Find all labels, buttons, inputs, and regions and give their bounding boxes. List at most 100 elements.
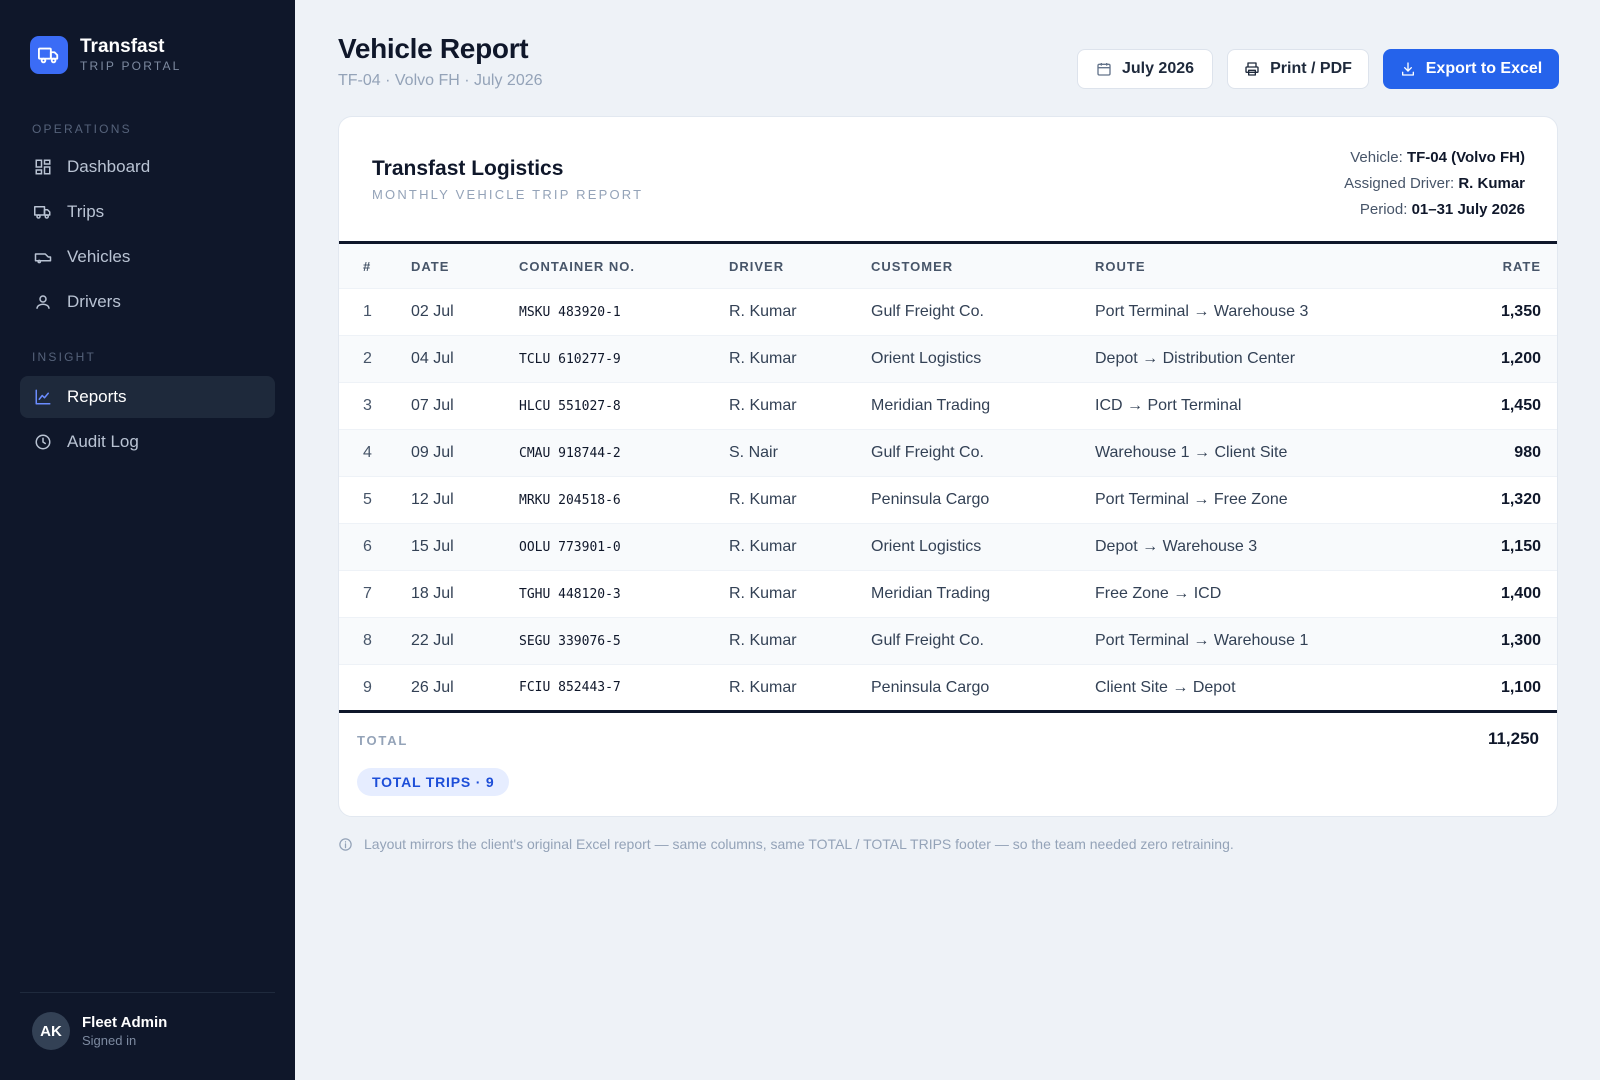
route: Port Terminal → Free Zone [1095, 491, 1288, 508]
export-excel-button[interactable]: Export to Excel [1383, 49, 1559, 89]
driver-name: R. Kumar [729, 303, 797, 320]
rate: 980 [1514, 444, 1541, 461]
customer-name: Meridian Trading [871, 585, 991, 602]
company-name: Transfast Logistics [372, 157, 564, 180]
chart-icon [35, 389, 51, 405]
sidebar-item-dashboard[interactable]: Dashboard [20, 146, 275, 188]
user-profile[interactable]: AK Fleet Admin Signed in [32, 1012, 167, 1050]
table-row[interactable]: 8 22 Jul SEGU 339076-5 R. Kumar Gulf Freight… [339, 617, 1557, 665]
rate: 1,100 [1500, 678, 1541, 696]
driver-label: Assigned Driver: [1344, 175, 1455, 192]
period-meta-label: Period: [1359, 201, 1408, 218]
column-header[interactable]: RATE [1395, 243, 1557, 289]
footer-note-text: Layout mirrors the client's original Exc… [364, 836, 1234, 852]
customer-name: Peninsula Cargo [871, 491, 990, 508]
driver-value: R. Kumar [1458, 175, 1525, 192]
page-title: Vehicle Report [338, 33, 529, 64]
truck-icon [34, 206, 51, 219]
rate: 1,400 [1500, 585, 1541, 602]
period-label: July 2026 [1121, 60, 1195, 77]
sidebar-item-reports[interactable]: Reports [20, 376, 275, 418]
calendar-icon [1097, 63, 1111, 76]
container-number: HLCU 551027-8 [519, 398, 621, 414]
driver-name: R. Kumar [729, 632, 797, 649]
container-number: SEGU 339076-5 [519, 633, 621, 649]
row-index: 2 [363, 350, 372, 367]
table-row[interactable]: 9 26 Jul FCIU 852443-7 R. Kumar Peninsula Ca… [339, 664, 1557, 712]
sidebar-item-trips[interactable]: Trips [20, 191, 275, 233]
brand[interactable]: Transfast TRIP PORTAL [30, 36, 182, 74]
sidebar-item-label: Audit Log [67, 432, 139, 451]
driver-name: R. Kumar [729, 397, 797, 414]
report-type: MONTHLY VEHICLE TRIP REPORT [372, 187, 644, 202]
table-row[interactable]: 5 12 Jul MRKU 204518-6 R. Kumar Peninsula Ca… [339, 476, 1557, 524]
total-trips-badge: TOTAL TRIPS · 9 [357, 768, 510, 796]
sidebar: Transfast TRIP PORTAL OPERATIONS Dashboa… [0, 0, 295, 1080]
table-row[interactable]: 1 02 Jul MSKU 483920-1 R. Kumar Gulf Freight… [339, 288, 1557, 336]
container-number: OOLU 773901-0 [519, 539, 621, 555]
sidebar-item-vehicles[interactable]: Vehicles [20, 236, 275, 278]
driver-name: S. Nair [729, 444, 778, 461]
table-row[interactable]: 4 09 Jul CMAU 918744-2 S. Nair Gulf Freight … [339, 429, 1557, 477]
row-index: 5 [363, 491, 372, 508]
print-button[interactable]: Print / PDF [1227, 49, 1369, 89]
driver-name: R. Kumar [729, 538, 797, 555]
column-header[interactable]: # [339, 243, 411, 289]
sidebar-item-audit-log[interactable]: Audit Log [20, 421, 275, 463]
row-index: 4 [363, 444, 372, 461]
rate: 1,150 [1500, 538, 1541, 555]
route: Warehouse 1 → Client Site [1095, 444, 1288, 461]
table-row[interactable]: 6 15 Jul OOLU 773901-0 R. Kumar Orient Logis… [339, 523, 1557, 571]
period-picker-button[interactable]: July 2026 [1077, 49, 1213, 89]
trip-date: 07 Jul [411, 397, 454, 414]
customer-name: Orient Logistics [871, 538, 982, 555]
row-index: 9 [363, 678, 372, 696]
column-header[interactable]: CONTAINER NO. [519, 243, 729, 289]
container-number: MSKU 483920-1 [519, 304, 621, 320]
column-header[interactable]: CUSTOMER [871, 243, 1095, 289]
row-index: 7 [363, 585, 372, 602]
customer-name: Meridian Trading [871, 397, 991, 414]
table-row[interactable]: 3 07 Jul HLCU 551027-8 R. Kumar Meridian Tra… [339, 382, 1557, 430]
total-value: 11,250 [1487, 729, 1539, 748]
driver-name: R. Kumar [729, 491, 797, 508]
table-header-row: # DATE CONTAINER NO. DRIVER CUSTOMER ROU… [339, 242, 1557, 289]
driver-name: R. Kumar [729, 585, 797, 602]
trip-date: 15 Jul [411, 538, 454, 555]
app-name: Transfast [80, 36, 165, 57]
trip-date: 18 Jul [411, 585, 454, 602]
user-status: Signed in [82, 1033, 137, 1048]
period-meta-value: 01–31 July 2026 [1411, 201, 1525, 218]
container-number: MRKU 204518-6 [519, 492, 621, 508]
sidebar-divider [20, 992, 275, 993]
container-number: FCIU 852443-7 [519, 680, 621, 695]
trip-date: 26 Jul [411, 678, 454, 696]
vehicle-label: Vehicle: [1350, 149, 1403, 166]
total-label: TOTAL [357, 733, 409, 748]
rate: 1,200 [1500, 350, 1541, 367]
rate: 1,350 [1500, 303, 1541, 320]
vehicle-icon [34, 253, 52, 264]
rate: 1,300 [1500, 632, 1541, 649]
column-header[interactable]: ROUTE [1095, 243, 1395, 289]
table-row[interactable]: 7 18 Jul TGHU 448120-3 R. Kumar Meridian Tra… [339, 570, 1557, 618]
section-label-insight: INSIGHT [32, 350, 97, 364]
sidebar-item-drivers[interactable]: Drivers [20, 281, 275, 323]
container-number: TCLU 610277-9 [519, 351, 621, 367]
route: Client Site → Depot [1095, 678, 1236, 696]
trip-date: 02 Jul [411, 303, 454, 320]
vehicle-value: TF-04 (Volvo FH) [1406, 149, 1525, 166]
print-label: Print / PDF [1270, 60, 1352, 77]
report-card: Transfast Logistics MONTHLY VEHICLE TRIP… [338, 116, 1558, 817]
trip-date: 12 Jul [411, 491, 454, 508]
footer-note: Layout mirrors the client's original Exc… [338, 836, 1234, 852]
user-name: Fleet Admin [82, 1014, 168, 1031]
sidebar-item-label: Vehicles [67, 247, 131, 266]
customer-name: Gulf Freight Co. [871, 632, 984, 649]
table-row[interactable]: 2 04 Jul TCLU 610277-9 R. Kumar Orient Logis… [339, 335, 1557, 383]
column-header[interactable]: DATE [411, 243, 519, 289]
column-header[interactable]: DRIVER [729, 243, 871, 289]
sidebar-item-label: Dashboard [67, 157, 151, 176]
row-index: 6 [363, 538, 372, 555]
route: ICD → Port Terminal [1095, 397, 1242, 414]
